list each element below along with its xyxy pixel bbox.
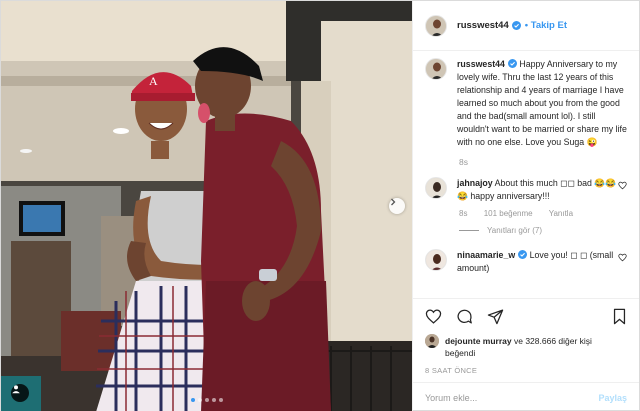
view-replies-label: Yanıtları gör (7) <box>487 226 542 235</box>
next-arrow-icon <box>391 198 396 206</box>
liker-avatar[interactable] <box>425 334 439 348</box>
heart-icon[interactable] <box>425 308 442 325</box>
carousel-dot <box>218 398 223 402</box>
post-time-ago: 8 SAAT ÖNCE <box>425 366 478 375</box>
comment-meta: 8s 101 beğenme Yanıtla <box>459 209 627 218</box>
instagram-post: A russwest44 • Takip Et russwest44 Happy… <box>0 0 640 411</box>
liked-by: dejounte murray ve 328.666 diğer kişi <box>425 334 627 348</box>
replies-divider <box>459 230 479 231</box>
post-photo[interactable]: A <box>1 1 412 411</box>
comment-text: jahnajoy About this much ◻︎◻︎ bad 😂😂😂 ha… <box>457 177 627 203</box>
carousel-dot <box>211 398 216 402</box>
author-avatar[interactable] <box>425 14 447 37</box>
caption-username[interactable]: russwest44 <box>457 59 505 69</box>
caption: russwest44 Happy Anniversary to my lovel… <box>425 58 627 149</box>
caption-text: russwest44 Happy Anniversary to my lovel… <box>457 58 627 149</box>
comment-icon[interactable] <box>456 308 473 325</box>
carousel-indicator <box>1 398 412 402</box>
next-slide-button[interactable] <box>389 198 405 214</box>
comment-like-heart-icon[interactable] <box>618 181 627 190</box>
commenter-username[interactable]: jahnajoy <box>457 178 493 188</box>
reply-button[interactable]: Yanıtla <box>549 209 573 218</box>
comment-time: 8s <box>459 209 468 218</box>
comment-input[interactable] <box>425 392 599 403</box>
carousel-dot <box>197 398 202 402</box>
carousel-dot <box>204 398 209 402</box>
action-icons <box>425 307 627 325</box>
view-replies-button[interactable]: Yanıtları gör (7) <box>459 226 627 235</box>
liked-label: beğendi <box>445 348 476 358</box>
verified-icon <box>507 59 517 68</box>
svg-text:A: A <box>149 74 158 88</box>
post-actions: dejounte murray ve 328.666 diğer kişi be… <box>413 298 639 380</box>
post-side-panel: russwest44 • Takip Et russwest44 Happy A… <box>412 1 639 411</box>
comments-list: russwest44 Happy Anniversary to my lovel… <box>413 58 639 295</box>
caption-time: 8s <box>459 157 468 167</box>
comment-text: ninaamarie_w Love you! ◻︎ ◻︎ (small amou… <box>457 249 627 275</box>
comment-like-count[interactable]: 101 beğenme <box>484 209 533 218</box>
caption-body: Happy Anniversary to my lovely wife. Thr… <box>457 59 627 147</box>
verified-icon <box>518 250 528 259</box>
author-username[interactable]: russwest44 <box>457 20 509 31</box>
follow-label: Takip Et <box>530 20 567 31</box>
commenter-username[interactable]: ninaamarie_w <box>457 250 515 260</box>
comment-like-heart-icon[interactable] <box>618 253 627 262</box>
post-comment-button[interactable]: Paylaş <box>598 393 627 403</box>
bookmark-icon[interactable] <box>612 308 627 325</box>
post-header: russwest44 • Takip Et <box>413 1 639 51</box>
photo-illustration: A <box>1 1 412 411</box>
follow-button[interactable]: • Takip Et <box>525 20 567 31</box>
carousel-dot <box>190 398 195 402</box>
share-icon[interactable] <box>487 308 504 325</box>
author-avatar[interactable] <box>425 58 447 80</box>
commenter-avatar[interactable] <box>425 177 447 199</box>
commenter-avatar[interactable] <box>425 249 447 271</box>
comment-item: ninaamarie_w Love you! ◻︎ ◻︎ (small amou… <box>425 249 627 275</box>
liker-username[interactable]: dejounte murray <box>445 335 512 347</box>
verified-icon <box>511 21 521 30</box>
like-count-text[interactable]: ve 328.666 diğer kişi <box>514 335 592 347</box>
add-comment-bar: Paylaş <box>413 382 639 411</box>
comment-item: jahnajoy About this much ◻︎◻︎ bad 😂😂😂 ha… <box>425 177 627 203</box>
user-tag-icon <box>12 385 20 394</box>
